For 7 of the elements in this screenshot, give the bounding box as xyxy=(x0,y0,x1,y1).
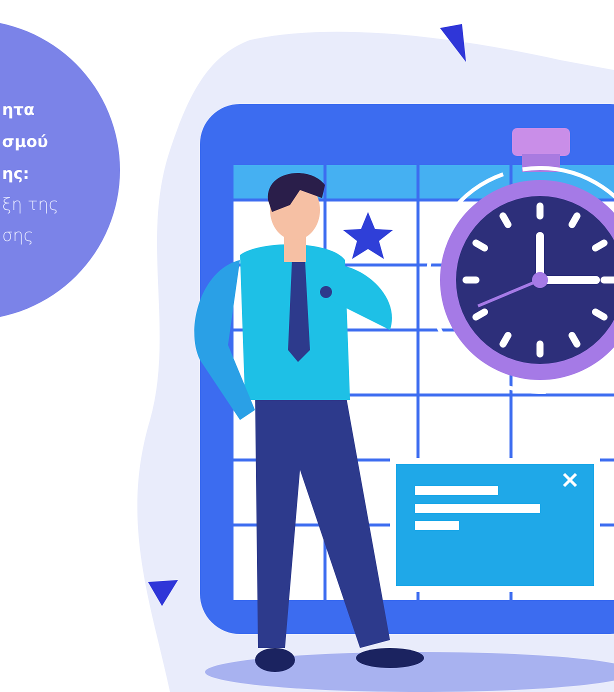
body-line: σης xyxy=(2,225,34,248)
heading-line: ης: xyxy=(2,163,30,185)
heading-line: σμού xyxy=(2,131,48,153)
triangle-icon xyxy=(148,580,178,606)
body-line: ξη της xyxy=(2,194,59,217)
triangle-icon xyxy=(440,24,466,62)
heading-line: ητα xyxy=(2,99,35,121)
